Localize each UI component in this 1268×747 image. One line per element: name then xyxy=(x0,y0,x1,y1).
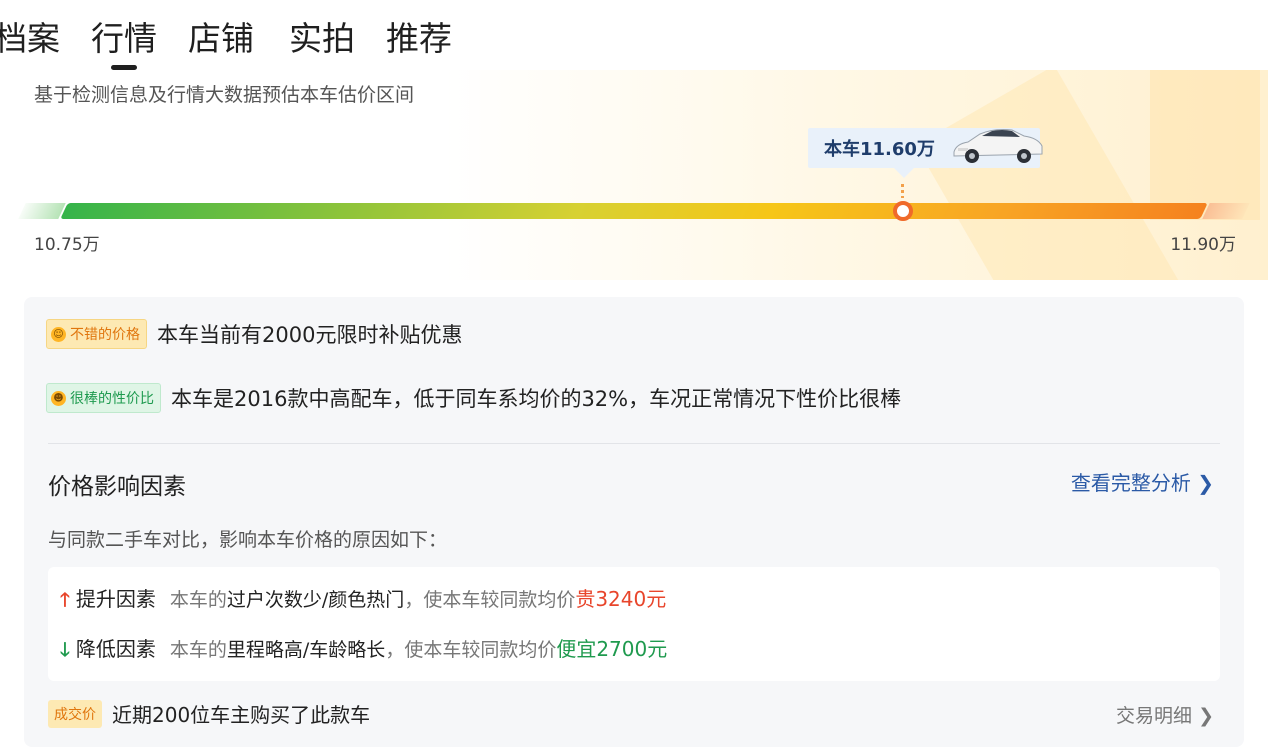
price-range-bar xyxy=(60,203,1208,219)
current-price-marker xyxy=(893,201,913,221)
factor-list: 🡑 提升因素 本车的过户次数少/颜色热门，使本车较同款均价 贵3240元 🡓 降… xyxy=(48,567,1220,681)
good-price-badge: ☺ 不错的价格 xyxy=(46,319,147,349)
price-min-label: 10.75万 xyxy=(34,235,100,255)
grin-icon: ☻ xyxy=(51,390,66,406)
highlight-text: 本车是2016款中高配车，低于同车系均价的32%，车况正常情况下性价比很棒 xyxy=(171,387,902,411)
factors-title: 价格影响因素 xyxy=(48,474,186,500)
smile-icon: ☺ xyxy=(51,326,66,342)
great-value-badge: ☻ 很棒的性价比 xyxy=(46,383,161,413)
arrow-up-icon: 🡑 xyxy=(60,589,70,611)
price-estimate-banner: 基于检测信息及行情大数据预估本车估价区间 本车11.60万 10.75万 11.… xyxy=(0,70,1268,280)
factor-value: 贵3240元 xyxy=(575,587,667,611)
price-max-label: 11.90万 xyxy=(1170,235,1236,255)
deal-price-badge: 成交价 xyxy=(48,699,102,728)
tab-store[interactable]: 店铺 xyxy=(188,12,254,60)
factor-items: 过户次数少/颜色热门 xyxy=(226,589,405,611)
deal-text: 近期200位车主购买了此款车 xyxy=(112,703,371,727)
factor-items: 里程略高/车龄略长 xyxy=(226,639,386,661)
car-icon xyxy=(953,129,1043,163)
deal-row: 成交价 近期200位车主购买了此款车 xyxy=(48,699,370,728)
factor-down-row: 🡓 降低因素 本车的里程略高/车龄略长，使本车较同款均价 便宜2700元 xyxy=(60,633,667,668)
factor-name: 提升因素 xyxy=(75,587,156,611)
tab-archive[interactable]: 档案 xyxy=(0,12,60,60)
estimate-subtitle: 基于检测信息及行情大数据预估本车估价区间 xyxy=(34,84,415,106)
arrow-down-icon: 🡓 xyxy=(60,639,70,661)
factors-description: 与同款二手车对比，影响本车价格的原因如下： xyxy=(48,529,448,551)
tab-recommend[interactable]: 推荐 xyxy=(386,12,452,60)
price-analysis-card: ☺ 不错的价格 本车当前有2000元限时补贴优惠 ☻ 很棒的性价比 本车是201… xyxy=(24,297,1244,747)
transaction-details-link[interactable]: 交易明细 ❯ xyxy=(1116,701,1214,728)
factor-up-row: 🡑 提升因素 本车的过户次数少/颜色热门，使本车较同款均价 贵3240元 xyxy=(60,583,666,618)
highlight-text: 本车当前有2000元限时补贴优惠 xyxy=(157,323,463,347)
factor-value: 便宜2700元 xyxy=(556,637,668,661)
highlight-row: ☺ 不错的价格 本车当前有2000元限时补贴优惠 xyxy=(46,319,462,349)
divider xyxy=(48,443,1220,444)
highlight-row: ☻ 很棒的性价比 本车是2016款中高配车，低于同车系均价的32%，车况正常情况… xyxy=(46,383,901,413)
factor-name: 降低因素 xyxy=(75,637,156,661)
tab-market[interactable]: 行情 xyxy=(91,12,157,60)
view-full-analysis-link[interactable]: 查看完整分析 ❯ xyxy=(1071,467,1214,496)
tab-photos[interactable]: 实拍 xyxy=(289,12,355,60)
current-price-label: 本车11.60万 xyxy=(824,139,935,160)
